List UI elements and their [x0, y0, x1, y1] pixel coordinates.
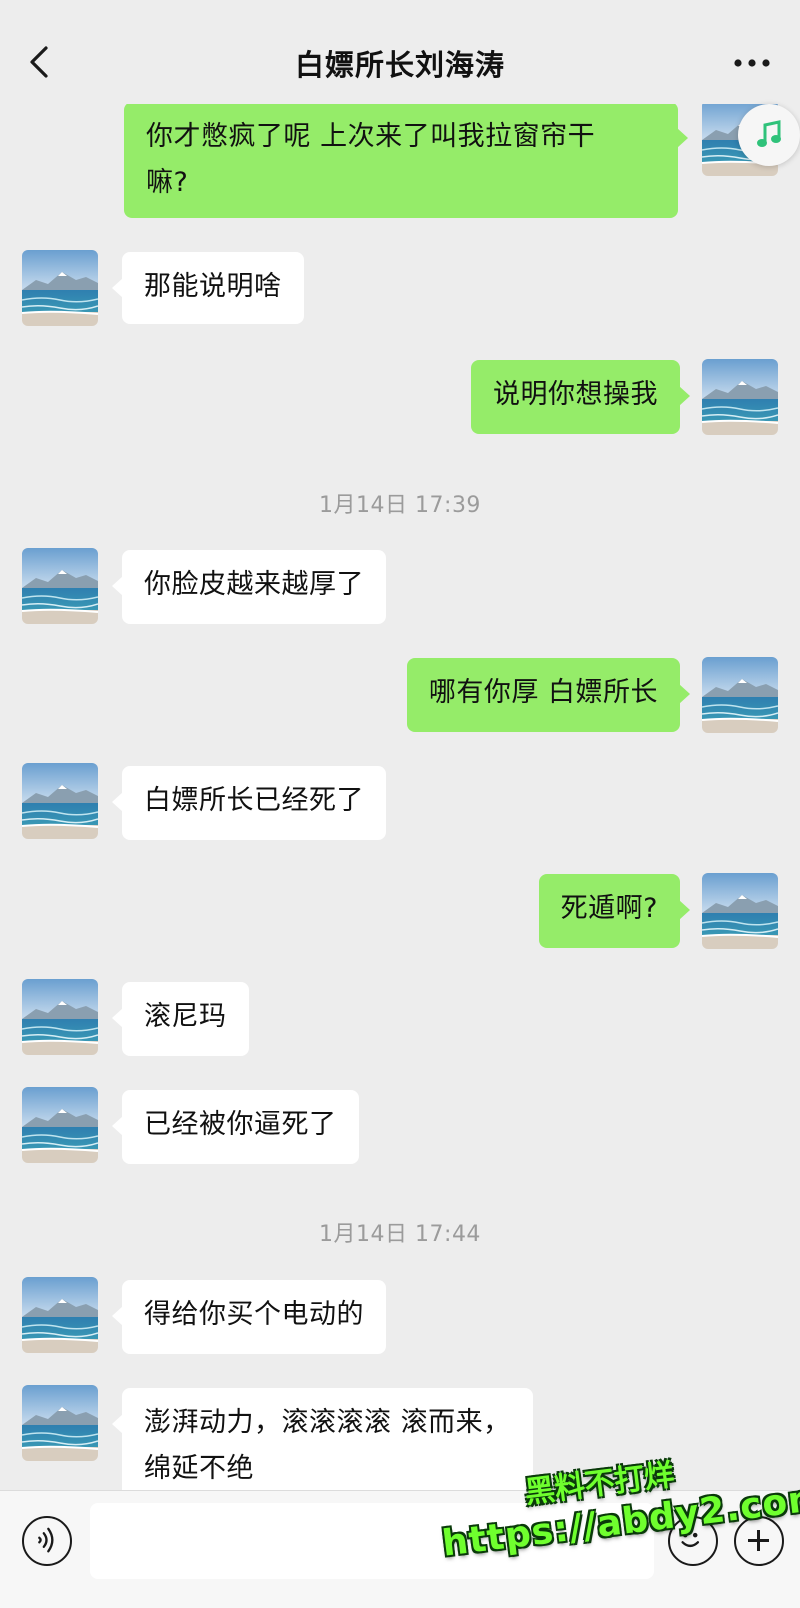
message-line: 澎湃动力，滚滚滚滚 滚而来，: [144, 1407, 511, 1438]
message-line: 嘛?: [146, 167, 189, 198]
message-bubble-contact[interactable]: 已经被你逼死了: [112, 1090, 359, 1164]
avatar-self[interactable]: [702, 359, 778, 435]
message-bubble-contact[interactable]: 滚尼玛: [112, 982, 249, 1056]
message-bubble-self[interactable]: 哪有你厚 白嫖所长: [406, 658, 691, 732]
message-bubble-contact[interactable]: 你脸皮越来越厚了: [112, 550, 386, 624]
chat-header: 白嫖所长刘海涛: [0, 0, 800, 104]
avatar-self[interactable]: [702, 657, 778, 733]
message-line: 得给你买个电动的: [144, 1299, 364, 1330]
message-bubble-contact[interactable]: 澎湃动力，滚滚滚滚 滚而来， 绵延不绝: [112, 1388, 533, 1506]
message-bubble-self[interactable]: 说明你想操我: [471, 360, 690, 434]
chat-screen: 你才憋疯了呢 上次来了叫我拉窗帘干 嘛? 那能说明啥 说明你想操我 1月14日 …: [0, 0, 800, 1608]
voice-icon[interactable]: [22, 1516, 72, 1566]
avatar-contact[interactable]: [22, 250, 98, 326]
message-line: 绵延不绝: [144, 1453, 254, 1484]
avatar-contact[interactable]: [22, 1385, 98, 1461]
message-line: 滚尼玛: [144, 1001, 227, 1032]
message-line: 白嫖所长已经死了: [144, 785, 364, 816]
music-note-icon[interactable]: [738, 104, 800, 166]
chat-title: 白嫖所长刘海涛: [294, 48, 505, 82]
avatar-contact[interactable]: [22, 763, 98, 839]
message-bubble-self[interactable]: 死遁啊?: [538, 874, 691, 948]
message-bubble-contact[interactable]: 那能说明啥: [112, 252, 304, 324]
message-line: 你才憋疯了呢 上次来了叫我拉窗帘干: [146, 121, 596, 152]
avatar-contact[interactable]: [22, 1087, 98, 1163]
more-dots-icon[interactable]: [730, 48, 774, 78]
message-line: 哪有你厚 白嫖所长: [428, 677, 658, 708]
avatar-self[interactable]: [702, 873, 778, 949]
message-timestamp: 1月14日 17:44: [319, 1222, 481, 1247]
message-bubble-self[interactable]: 你才憋疯了呢 上次来了叫我拉窗帘干 嘛?: [124, 102, 688, 218]
message-line: 你脸皮越来越厚了: [144, 569, 364, 600]
message-bubble-contact[interactable]: 白嫖所长已经死了: [112, 766, 386, 840]
avatar-contact[interactable]: [22, 548, 98, 624]
avatar-contact[interactable]: [22, 979, 98, 1055]
message-list[interactable]: 你才憋疯了呢 上次来了叫我拉窗帘干 嘛? 那能说明啥 说明你想操我 1月14日 …: [0, 0, 800, 1506]
message-line: 那能说明啥: [144, 271, 282, 302]
message-bubble-contact[interactable]: 得给你买个电动的: [112, 1280, 386, 1354]
avatar-contact[interactable]: [22, 1277, 98, 1353]
message-timestamp: 1月14日 17:39: [319, 493, 481, 518]
message-line: 死遁啊?: [560, 893, 658, 924]
message-line: 已经被你逼死了: [144, 1109, 337, 1140]
message-line: 说明你想操我: [493, 379, 658, 410]
